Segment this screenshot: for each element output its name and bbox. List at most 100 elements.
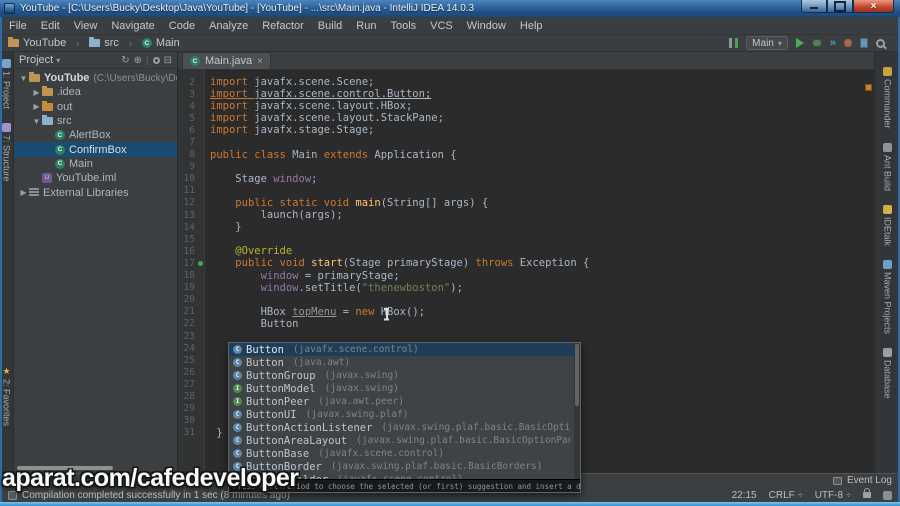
completion-item-6-buttonactionlistener[interactable]: C ButtonActionListener (javax.swing.plaf.b… bbox=[229, 421, 574, 434]
breadcrumb-src[interactable]: src bbox=[89, 37, 119, 49]
completion-item-4-buttonpeer[interactable]: I ButtonPeer (java.awt.peer) bbox=[229, 395, 574, 408]
line-number[interactable]: 19 bbox=[178, 282, 195, 293]
tool-button-maven-projects[interactable]: Maven Projects bbox=[883, 259, 893, 334]
run-line-icon[interactable] bbox=[195, 257, 205, 269]
line-number[interactable]: 5 bbox=[178, 113, 195, 124]
code-line-10[interactable]: 10 Stage window; bbox=[178, 173, 874, 185]
expand-arrow-icon[interactable]: ▼ bbox=[18, 74, 29, 83]
code-line-22[interactable]: 22 Button bbox=[178, 318, 874, 330]
menu-item-help[interactable]: Help bbox=[513, 20, 550, 32]
menu-item-window[interactable]: Window bbox=[460, 20, 513, 32]
breadcrumb-youtube[interactable]: YouTube bbox=[8, 37, 66, 49]
completion-item-7-buttonarealayout[interactable]: C ButtonAreaLayout (javax.swing.plaf.basic… bbox=[229, 434, 574, 447]
profiler-button[interactable] bbox=[844, 39, 852, 47]
inspection-status-icon[interactable] bbox=[865, 84, 872, 91]
sync-button[interactable]: ↻ bbox=[121, 55, 129, 66]
tool-button-2-favorites[interactable]: ★ 2: Favorites bbox=[2, 366, 12, 426]
code-line-14[interactable]: 14 } bbox=[178, 221, 874, 233]
code-line-2[interactable]: 2 import javafx.scene.Scene; bbox=[178, 76, 874, 88]
tree-item-external-libraries[interactable]: ▶ External Libraries bbox=[14, 185, 177, 199]
lock-icon[interactable] bbox=[863, 488, 871, 498]
tab-main-java[interactable]: C Main.java × bbox=[182, 52, 271, 69]
menu-item-code[interactable]: Code bbox=[162, 20, 202, 32]
line-number[interactable]: 11 bbox=[178, 185, 195, 196]
line-number[interactable]: 21 bbox=[178, 306, 195, 317]
event-log-button[interactable]: Event Log bbox=[847, 475, 892, 486]
line-number[interactable]: 30 bbox=[178, 415, 195, 426]
line-number[interactable]: 8 bbox=[178, 149, 195, 160]
code-line-20[interactable]: 20 bbox=[178, 294, 874, 306]
line-number[interactable]: 6 bbox=[178, 125, 195, 136]
settings-doc-button[interactable] bbox=[860, 38, 868, 48]
menu-item-refactor[interactable]: Refactor bbox=[255, 20, 311, 32]
close-icon[interactable]: × bbox=[257, 56, 263, 67]
completion-item-1-button[interactable]: C Button (java.awt) bbox=[229, 356, 574, 369]
tool-button-idetalk[interactable]: IDEtalk bbox=[883, 204, 893, 246]
code-line-19[interactable]: 19 window.setTitle("thenewboston"); bbox=[178, 282, 874, 294]
tree-item-main[interactable]: C Main bbox=[14, 157, 177, 171]
line-number[interactable]: 4 bbox=[178, 101, 195, 112]
code-line-23[interactable]: 23 bbox=[178, 330, 874, 342]
code-line-17[interactable]: 17 public void start(Stage primaryStage)… bbox=[178, 257, 874, 269]
code-line-5[interactable]: 5 import javafx.scene.layout.StackPane; bbox=[178, 112, 874, 124]
completion-scrollbar[interactable] bbox=[574, 343, 580, 479]
line-number[interactable]: 13 bbox=[178, 210, 195, 221]
completion-item-2-buttongroup[interactable]: C ButtonGroup (javax.swing) bbox=[229, 369, 574, 382]
line-number[interactable]: 12 bbox=[178, 197, 195, 208]
line-number[interactable]: 31 bbox=[178, 427, 195, 438]
search-everywhere-button[interactable] bbox=[876, 38, 885, 48]
line-number[interactable]: 3 bbox=[178, 89, 195, 100]
line-number[interactable]: 20 bbox=[178, 294, 195, 305]
line-number[interactable]: 26 bbox=[178, 367, 195, 378]
tool-button-ant-build[interactable]: Ant Build bbox=[883, 142, 893, 191]
line-number[interactable]: 7 bbox=[178, 137, 195, 148]
line-number[interactable]: 22 bbox=[178, 318, 195, 329]
tree-item-out[interactable]: ▶ out bbox=[14, 100, 177, 114]
line-number[interactable]: 24 bbox=[178, 343, 195, 354]
run-configuration-select[interactable]: Main ▾ bbox=[746, 36, 788, 50]
menu-item-navigate[interactable]: Navigate bbox=[104, 20, 161, 32]
line-separator-indicator[interactable]: CRLF ÷ bbox=[769, 490, 803, 501]
code-editor[interactable]: 2 import javafx.scene.Scene; 3 import javaf… bbox=[178, 70, 874, 493]
tool-button-7-structure[interactable]: 7: Structure bbox=[2, 123, 12, 182]
menu-item-tools[interactable]: Tools bbox=[383, 20, 423, 32]
line-number[interactable]: 15 bbox=[178, 234, 195, 245]
caret-position[interactable]: 22:15 bbox=[732, 490, 757, 501]
close-button[interactable] bbox=[853, 0, 894, 13]
completion-item-3-buttonmodel[interactable]: I ButtonModel (javax.swing) bbox=[229, 382, 574, 395]
collapse-button[interactable]: ⊟ bbox=[164, 55, 172, 66]
breadcrumb-main[interactable]: C Main bbox=[141, 37, 180, 49]
line-number[interactable]: 14 bbox=[178, 222, 195, 233]
hector-icon[interactable] bbox=[883, 490, 892, 500]
code-line-7[interactable]: 7 bbox=[178, 136, 874, 148]
maximize-button[interactable] bbox=[827, 0, 853, 13]
expand-arrow-icon[interactable]: ▶ bbox=[18, 188, 29, 197]
tree-item-youtube-iml[interactable]: IJ YouTube.iml bbox=[14, 171, 177, 185]
code-line-13[interactable]: 13 launch(args); bbox=[178, 209, 874, 221]
tree-item-confirmbox[interactable]: C ConfirmBox bbox=[14, 142, 177, 157]
tree-item-youtube[interactable]: ▼ YouTube(C:\Users\Bucky\Desktop bbox=[14, 71, 177, 85]
expand-arrow-icon[interactable]: ▼ bbox=[31, 117, 42, 126]
line-number[interactable]: 17 bbox=[178, 258, 195, 269]
tree-item-idea[interactable]: ▶ .idea bbox=[14, 85, 177, 99]
line-number[interactable]: 10 bbox=[178, 173, 195, 184]
line-number[interactable]: 2 bbox=[178, 77, 195, 88]
line-number[interactable]: 9 bbox=[178, 161, 195, 172]
completion-item-0-button[interactable]: C Button (javafx.scene.control) bbox=[229, 343, 574, 356]
code-line-4[interactable]: 4 import javafx.scene.layout.HBox; bbox=[178, 100, 874, 112]
debug-button[interactable] bbox=[811, 39, 822, 47]
expand-arrow-icon[interactable]: ▶ bbox=[31, 102, 42, 111]
line-number[interactable]: 18 bbox=[178, 270, 195, 281]
tree-item-alertbox[interactable]: C AlertBox bbox=[14, 128, 177, 142]
tool-button-1-project[interactable]: 1: Project bbox=[2, 59, 12, 109]
locate-button[interactable]: ⊕ bbox=[134, 55, 142, 66]
project-panel-title[interactable]: Project bbox=[19, 54, 53, 66]
code-line-9[interactable]: 9 bbox=[178, 161, 874, 173]
menu-item-edit[interactable]: Edit bbox=[34, 20, 67, 32]
line-number[interactable]: 28 bbox=[178, 391, 195, 402]
menu-item-file[interactable]: File bbox=[2, 20, 34, 32]
encoding-indicator[interactable]: UTF-8 ÷ bbox=[815, 490, 851, 501]
completion-item-8-buttonbase[interactable]: C ButtonBase (javafx.scene.control) bbox=[229, 447, 574, 460]
view-modes-icon[interactable] bbox=[729, 38, 739, 48]
coverage-button[interactable]: » bbox=[830, 37, 836, 49]
